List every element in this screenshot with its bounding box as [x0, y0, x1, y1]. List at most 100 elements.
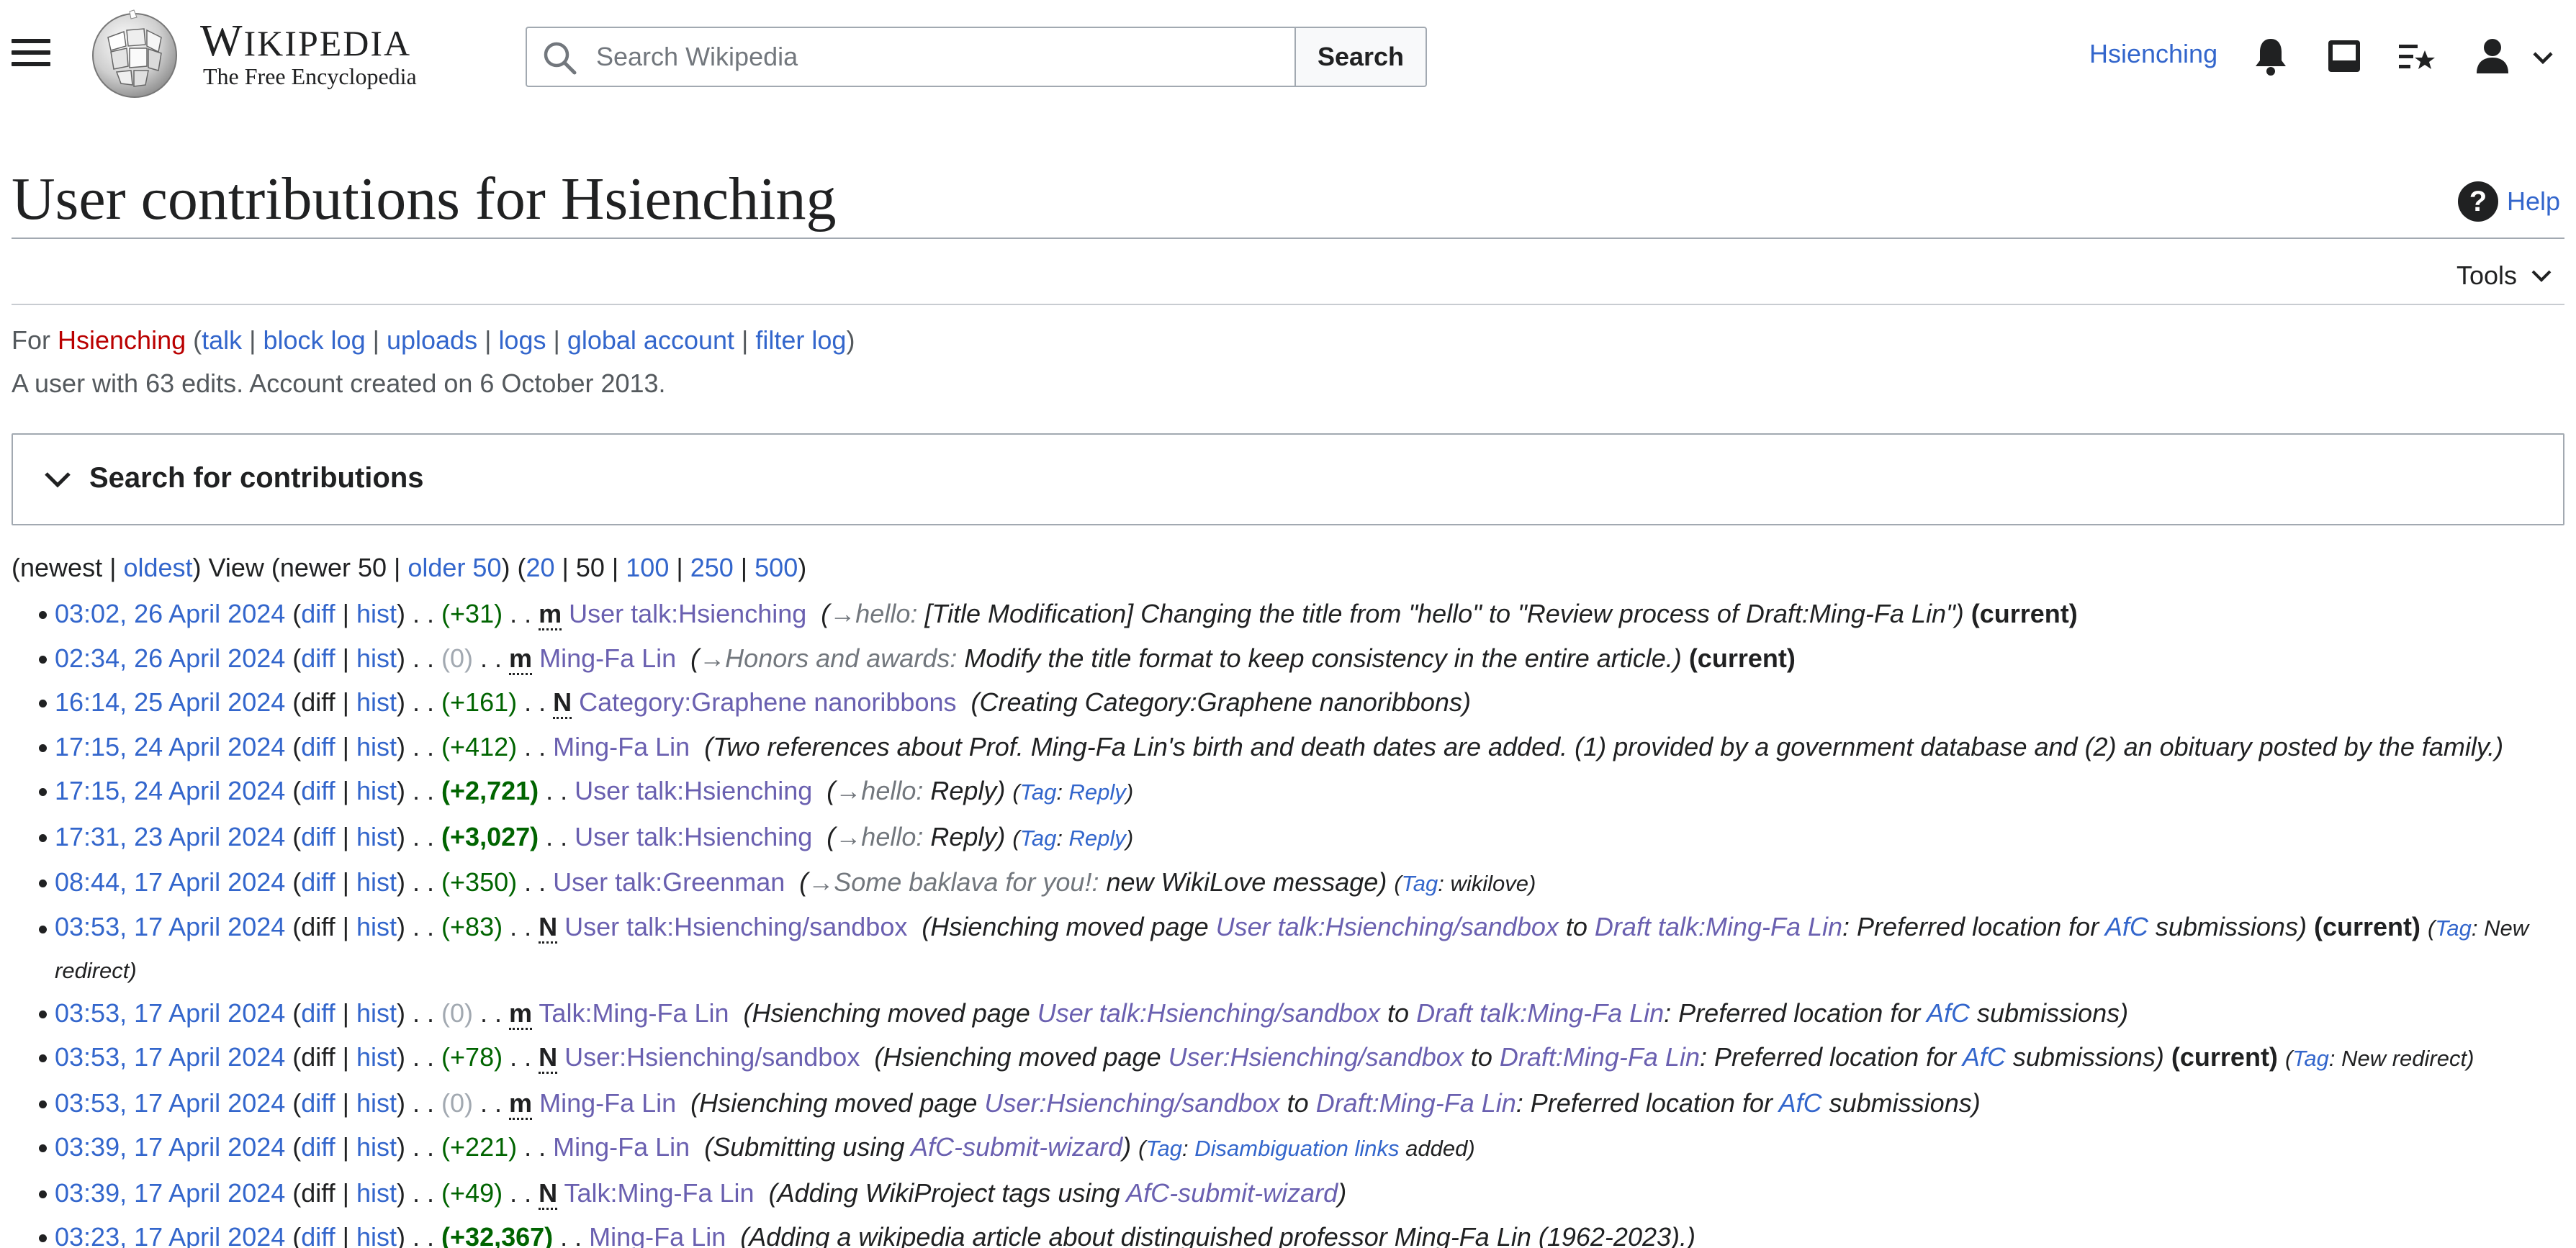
page-link[interactable]: Talk:Ming-Fa Lin	[539, 998, 729, 1028]
user-link[interactable]: Hsienching	[58, 325, 186, 355]
contribution-timestamp-link[interactable]: 03:39, 17 April 2024	[55, 1178, 285, 1208]
page-link[interactable]: Ming-Fa Lin	[539, 1088, 676, 1118]
hist-link[interactable]: hist	[356, 912, 397, 941]
help-link[interactable]: ? Help	[2458, 181, 2560, 222]
search-input[interactable]	[596, 28, 1287, 86]
limit-100-link[interactable]: 100	[626, 553, 669, 582]
page-link[interactable]: User:Hsienching/sandbox	[564, 1042, 860, 1072]
tag-label-link[interactable]: Tag	[1020, 779, 1057, 805]
contribution-timestamp-link[interactable]: 03:39, 17 April 2024	[55, 1132, 285, 1162]
page-link[interactable]: User talk:Hsienching/sandbox	[564, 912, 907, 941]
diff-link[interactable]: diff	[301, 776, 335, 805]
section-link[interactable]: →Some baklava for you!:	[808, 867, 1099, 897]
hist-link[interactable]: hist	[356, 1088, 397, 1118]
section-link[interactable]: →hello:	[835, 822, 923, 851]
afc-link[interactable]: AfC	[1779, 1088, 1822, 1118]
search-box[interactable]	[526, 27, 1296, 87]
user-avatar-icon[interactable]	[2472, 35, 2513, 78]
diff-link[interactable]: diff	[301, 1222, 335, 1248]
tools-menu[interactable]: Tools	[2456, 261, 2554, 291]
diff-link[interactable]: diff	[301, 998, 335, 1028]
diff-link[interactable]: diff	[301, 1088, 335, 1118]
limit-500-link[interactable]: 500	[755, 553, 798, 582]
tag-label-link[interactable]: Tag	[1145, 1136, 1182, 1161]
hist-link[interactable]: hist	[356, 687, 397, 717]
global-account-link[interactable]: global account	[567, 325, 734, 355]
user-page-link[interactable]: Hsienching	[2089, 39, 2217, 69]
move-target-link[interactable]: Draft talk:Ming-Fa Lin	[1416, 998, 1664, 1028]
page-link[interactable]: Ming-Fa Lin	[539, 643, 676, 673]
notifications-bell-icon[interactable]	[2251, 35, 2291, 78]
page-link[interactable]: Ming-Fa Lin	[589, 1222, 726, 1248]
diff-link[interactable]: diff	[301, 732, 335, 761]
hist-link[interactable]: hist	[356, 1178, 397, 1208]
tag-link[interactable]: Reply	[1069, 826, 1126, 851]
section-link[interactable]: →hello:	[835, 776, 923, 805]
tag-label-link[interactable]: Tag	[2435, 915, 2472, 941]
hist-link[interactable]: hist	[356, 732, 397, 761]
hist-link[interactable]: hist	[356, 1042, 397, 1072]
page-link[interactable]: Category:Graphene nanoribbons	[579, 687, 956, 717]
oldest-link[interactable]: oldest	[123, 553, 192, 582]
move-source-link[interactable]: User:Hsienching/sandbox	[984, 1088, 1279, 1118]
block-log-link[interactable]: block log	[264, 325, 366, 355]
contribution-timestamp-link[interactable]: 16:14, 25 April 2024	[55, 687, 285, 717]
diff-link[interactable]: diff	[301, 822, 335, 851]
tag-label-link[interactable]: Tag	[2292, 1046, 2329, 1071]
hist-link[interactable]: hist	[356, 1132, 397, 1162]
chevron-down-icon[interactable]	[2528, 35, 2557, 78]
afc-wizard-link[interactable]: AfC-submit-wizard	[1126, 1178, 1338, 1208]
contribution-timestamp-link[interactable]: 17:31, 23 April 2024	[55, 822, 285, 851]
move-target-link[interactable]: Draft:Ming-Fa Lin	[1316, 1088, 1516, 1118]
inbox-tray-icon[interactable]	[2324, 35, 2364, 78]
page-link[interactable]: Talk:Ming-Fa Lin	[564, 1178, 754, 1208]
move-target-link[interactable]: Draft:Ming-Fa Lin	[1500, 1042, 1700, 1072]
move-source-link[interactable]: User talk:Hsienching/sandbox	[1037, 998, 1380, 1028]
tag-label-link[interactable]: Tag	[1402, 871, 1438, 896]
contribution-timestamp-link[interactable]: 03:53, 17 April 2024	[55, 998, 285, 1028]
diff-link[interactable]: diff	[301, 867, 335, 897]
hist-link[interactable]: hist	[356, 599, 397, 628]
diff-link[interactable]: diff	[301, 643, 335, 673]
move-target-link[interactable]: Draft talk:Ming-Fa Lin	[1595, 912, 1842, 941]
contribution-timestamp-link[interactable]: 03:53, 17 April 2024	[55, 912, 285, 941]
contribution-timestamp-link[interactable]: 03:53, 17 April 2024	[55, 1088, 285, 1118]
diff-link[interactable]: diff	[301, 599, 335, 628]
talk-link[interactable]: talk	[202, 325, 242, 355]
wikipedia-globe-logo[interactable]	[86, 9, 183, 99]
afc-link[interactable]: AfC	[2105, 912, 2148, 941]
page-link[interactable]: User talk:Hsienching	[575, 822, 812, 851]
hist-link[interactable]: hist	[356, 776, 397, 805]
menu-icon[interactable]	[12, 39, 50, 73]
afc-link[interactable]: AfC	[1963, 1042, 2006, 1072]
contribution-timestamp-link[interactable]: 03:53, 17 April 2024	[55, 1042, 285, 1072]
hist-link[interactable]: hist	[356, 998, 397, 1028]
filter-log-link[interactable]: filter log	[755, 325, 846, 355]
hist-link[interactable]: hist	[356, 1222, 397, 1248]
contribution-timestamp-link[interactable]: 17:15, 24 April 2024	[55, 776, 285, 805]
afc-link[interactable]: AfC	[1927, 998, 1970, 1028]
contribution-timestamp-link[interactable]: 08:44, 17 April 2024	[55, 867, 285, 897]
logs-link[interactable]: logs	[498, 325, 546, 355]
page-link[interactable]: User talk:Hsienching	[575, 776, 812, 805]
tag-label-link[interactable]: Tag	[1020, 826, 1057, 851]
older-link[interactable]: older 50	[407, 553, 501, 582]
move-source-link[interactable]: User:Hsienching/sandbox	[1168, 1042, 1464, 1072]
section-link[interactable]: →hello:	[829, 599, 917, 628]
contribution-timestamp-link[interactable]: 03:23, 17 April 2024	[55, 1222, 285, 1248]
watchlist-icon[interactable]	[2396, 35, 2436, 78]
limit-250-link[interactable]: 250	[690, 553, 734, 582]
hist-link[interactable]: hist	[356, 822, 397, 851]
page-link[interactable]: User talk:Greenman	[553, 867, 785, 897]
section-link[interactable]: →Honors and awards:	[699, 643, 957, 673]
search-contributions-panel[interactable]: Search for contributions	[12, 433, 2564, 525]
move-source-link[interactable]: User talk:Hsienching/sandbox	[1216, 912, 1559, 941]
afc-wizard-link[interactable]: AfC-submit-wizard	[911, 1132, 1122, 1162]
hist-link[interactable]: hist	[356, 643, 397, 673]
limit-20-link[interactable]: 20	[526, 553, 554, 582]
hist-link[interactable]: hist	[356, 867, 397, 897]
contribution-timestamp-link[interactable]: 03:02, 26 April 2024	[55, 599, 285, 628]
tag-link[interactable]: Reply	[1069, 779, 1126, 805]
contribution-timestamp-link[interactable]: 17:15, 24 April 2024	[55, 732, 285, 761]
uploads-link[interactable]: uploads	[387, 325, 477, 355]
